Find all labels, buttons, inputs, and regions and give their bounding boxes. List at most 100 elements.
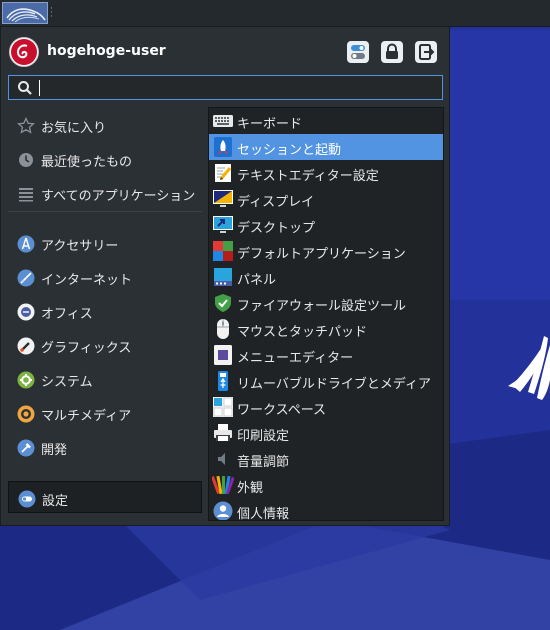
search-input[interactable]: [39, 79, 429, 96]
appearance-icon: [212, 475, 234, 495]
app-label: マウスとタッチパッド: [237, 325, 368, 340]
gear-icon: [17, 371, 35, 389]
avatar[interactable]: [9, 37, 39, 67]
category-multimedia[interactable]: マルチメディア: [8, 397, 202, 429]
app-label: 個人情報: [237, 507, 290, 521]
globe-icon: [17, 269, 35, 287]
app-item-appearance[interactable]: 外観: [209, 472, 443, 498]
application-list: キーボード セッションと起動 テキストエディター設定 ディスプレイ デスクトップ…: [208, 107, 444, 521]
app-label: パネル: [237, 273, 277, 288]
app-label: ディスプレイ: [237, 195, 315, 210]
app-label: テキストエディター設定: [237, 169, 379, 184]
category-separator: [8, 211, 202, 212]
app-item-session-startup[interactable]: セッションと起動: [209, 134, 443, 160]
app-label: セッションと起動: [237, 143, 342, 158]
category-label: 開発: [41, 443, 68, 458]
settings-toggle-icon: [351, 45, 365, 59]
app-item-volume-control[interactable]: 音量調節: [209, 446, 443, 472]
workspaces-icon: [213, 397, 233, 417]
category-graphics[interactable]: グラフィックス: [8, 329, 202, 361]
category-label: オフィス: [41, 307, 93, 322]
category-label: すべてのアプリケーション: [41, 189, 196, 204]
app-label: 印刷設定: [237, 429, 290, 444]
rocket-icon: [214, 137, 232, 157]
mouse-icon: [217, 319, 229, 339]
lock-screen-button[interactable]: [381, 41, 403, 63]
category-recent[interactable]: 最近使ったもの: [8, 143, 202, 175]
panel-grip-icon[interactable]: · · ·: [50, 5, 53, 22]
app-label: デフォルトアプリケーション: [237, 247, 406, 262]
shield-icon: [215, 294, 231, 312]
panel-icon: [214, 268, 232, 286]
keyboard-icon: [213, 115, 233, 127]
app-item-firewall-configuration[interactable]: ファイアウォール設定ツール: [209, 290, 443, 316]
app-item-workspaces[interactable]: ワークスペース: [209, 394, 443, 420]
debian-swirl-icon: [11, 39, 37, 65]
clock-icon: [19, 153, 33, 167]
list-icon: [19, 188, 33, 202]
username: hogehoge-user: [47, 43, 166, 59]
category-system[interactable]: システム: [8, 363, 202, 395]
settings-toggle-icon: [18, 490, 36, 508]
top-panel: · · ·: [0, 0, 550, 27]
category-list: お気に入り 最近使ったもの すべてのアプリケーション アクセサリー インターネッ…: [8, 109, 202, 513]
office-icon: [17, 303, 35, 321]
app-label: 外観: [237, 481, 264, 496]
volume-icon: [218, 453, 225, 465]
app-item-desktop[interactable]: デスクトップ: [209, 212, 443, 238]
lock-icon: [386, 43, 398, 59]
app-label: リムーバブルドライブとメディア: [237, 377, 431, 392]
log-out-button[interactable]: [415, 41, 437, 63]
app-item-removable-drives-media[interactable]: リムーバブルドライブとメディア: [209, 368, 443, 394]
speaker-icon: [17, 405, 35, 423]
app-label: メニューエディター: [237, 351, 354, 366]
app-item-text-editor-settings[interactable]: テキストエディター設定: [209, 160, 443, 186]
category-label: マルチメディア: [41, 409, 132, 424]
app-item-about-me[interactable]: 個人情報: [209, 498, 443, 521]
category-development[interactable]: 開発: [8, 431, 202, 463]
category-favorites[interactable]: お気に入り: [8, 109, 202, 141]
desktop-icon: [213, 216, 233, 233]
category-label: 最近使ったもの: [41, 155, 133, 170]
hammer-icon: [17, 439, 35, 457]
logout-icon: [419, 44, 435, 60]
app-label: デスクトップ: [237, 221, 316, 236]
compass-icon: [17, 235, 35, 253]
category-label: グラフィックス: [41, 341, 132, 356]
settings-manager-button[interactable]: [347, 41, 369, 63]
app-label: キーボード: [237, 117, 303, 132]
menu-header: hogehoge-user: [9, 37, 441, 67]
app-label: ワークスペース: [237, 403, 327, 418]
menu-editor-icon: [214, 345, 232, 365]
app-item-panel[interactable]: パネル: [209, 264, 443, 290]
app-item-mouse-touchpad[interactable]: マウスとタッチパッド: [209, 316, 443, 342]
text-cursor: [39, 80, 40, 96]
brush-icon: [17, 337, 35, 355]
whisker-menu: hogehoge-user お気に入り 最近使ったもの すべてのアプリケーション…: [0, 26, 450, 526]
category-label: インターネット: [41, 273, 133, 288]
app-item-keyboard[interactable]: キーボード: [209, 108, 443, 134]
category-settings[interactable]: 設定: [8, 481, 202, 513]
category-accessories[interactable]: アクセサリー: [8, 227, 202, 259]
category-internet[interactable]: インターネット: [8, 261, 202, 293]
search-icon: [18, 81, 32, 95]
category-all-applications[interactable]: すべてのアプリケーション: [8, 177, 202, 209]
app-item-default-applications[interactable]: デフォルトアプリケーション: [209, 238, 443, 264]
app-item-print-settings[interactable]: 印刷設定: [209, 420, 443, 446]
category-label: システム: [41, 375, 93, 390]
display-icon: [213, 190, 233, 207]
category-label: 設定: [42, 494, 69, 509]
category-office[interactable]: オフィス: [8, 295, 202, 327]
usb-drive-icon: [218, 371, 228, 391]
category-label: アクセサリー: [41, 239, 119, 254]
app-item-display[interactable]: ディスプレイ: [209, 186, 443, 212]
whisker-menu-button[interactable]: [2, 2, 48, 24]
text-editor-icon: [215, 164, 232, 182]
star-icon: [17, 117, 35, 134]
user-icon: [213, 501, 233, 520]
search-field[interactable]: [8, 75, 443, 100]
category-label: お気に入り: [41, 121, 107, 136]
app-item-menu-editor[interactable]: メニューエディター: [209, 342, 443, 368]
app-label: 音量調節: [237, 455, 290, 470]
app-label: ファイアウォール設定ツール: [237, 299, 407, 314]
